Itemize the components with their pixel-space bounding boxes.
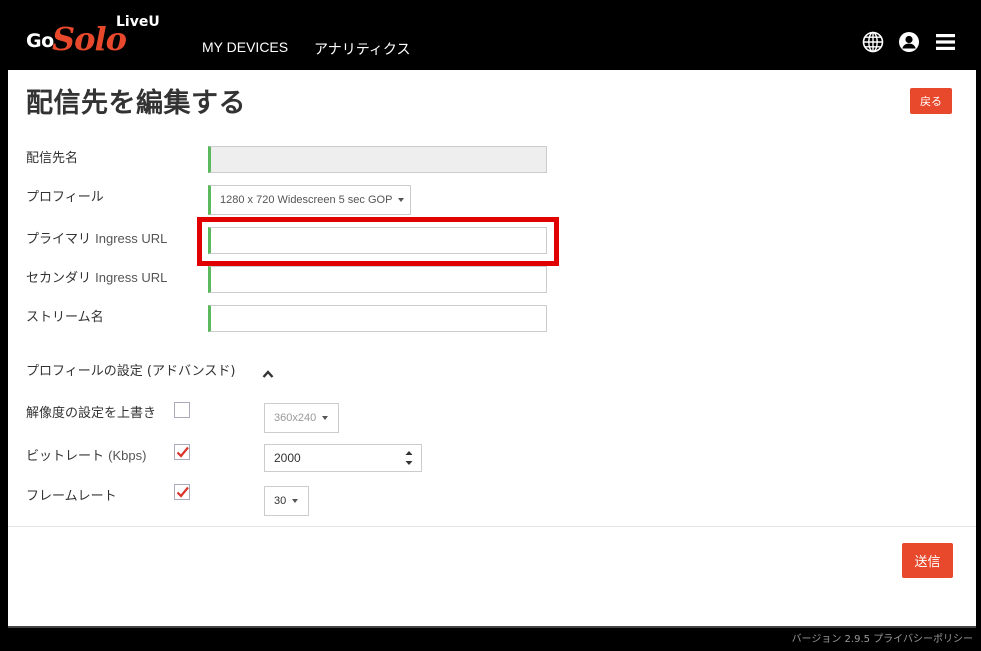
primary-url-label-jp: プライマリ <box>26 232 92 247</box>
framerate-label: フレームレート <box>26 489 117 504</box>
advanced-title-paren: (アドバンスド) <box>146 364 236 379</box>
caret-down-icon <box>292 499 299 503</box>
resolution-select-value: 360x240 <box>274 412 317 424</box>
submit-button[interactable]: 送信 <box>902 543 953 578</box>
bitrate-spinner[interactable]: 2000 <box>264 444 422 472</box>
secondary-url-label-jp: セカンダリ <box>26 271 92 286</box>
checkmark-icon <box>176 446 189 458</box>
profile-select-value: 1280 x 720 Widescreen 5 sec GOP <box>220 194 393 206</box>
destination-name-label: 配信先名 <box>26 151 79 166</box>
footer-divider <box>8 626 976 628</box>
globe-icon[interactable] <box>862 31 884 53</box>
bitrate-label-unit: (Kbps) <box>108 448 147 463</box>
resolution-override-checkbox[interactable] <box>174 402 190 418</box>
user-icon[interactable] <box>898 31 920 53</box>
advanced-settings-title[interactable]: プロフィールの設定 (アドバンスド) <box>26 360 235 379</box>
secondary-url-input[interactable] <box>211 267 546 292</box>
resolution-select[interactable]: 360x240 <box>264 403 339 433</box>
stream-name-field[interactable] <box>208 305 547 332</box>
bitrate-label: ビットレート (Kbps) <box>26 445 146 464</box>
bitrate-label-jp: ビットレート <box>26 449 105 464</box>
framerate-select-value: 30 <box>274 495 287 507</box>
logo-solo-text: Solo <box>52 20 127 58</box>
privacy-policy-link[interactable]: プライバシーポリシー <box>873 634 973 645</box>
framerate-checkbox[interactable] <box>174 484 190 500</box>
caret-down-icon <box>322 416 329 420</box>
back-button[interactable]: 戻る <box>910 88 952 114</box>
spinner-arrows-icon[interactable] <box>405 449 413 467</box>
secondary-url-label-en: Ingress URL <box>95 270 168 285</box>
chevron-up-icon[interactable] <box>262 364 274 378</box>
primary-url-highlight-box <box>197 217 559 266</box>
form-divider <box>8 526 976 527</box>
secondary-url-field[interactable] <box>208 266 547 293</box>
nav-analytics[interactable]: アナリティクス <box>314 39 410 59</box>
destination-name-field[interactable] <box>208 146 547 173</box>
framerate-select[interactable]: 30 <box>264 486 309 516</box>
nav-my-devices[interactable]: MY DEVICES <box>202 39 288 55</box>
version-text: バージョン 2.9.5 <box>791 634 870 645</box>
checkmark-icon <box>176 486 189 498</box>
stream-name-input[interactable] <box>211 306 546 331</box>
bitrate-value: 2000 <box>274 451 301 465</box>
destination-name-input[interactable] <box>211 147 546 172</box>
profile-label: プロフィール <box>26 190 104 205</box>
footer: バージョン 2.9.5 プライバシーポリシー <box>0 626 981 651</box>
primary-url-label-en: Ingress URL <box>95 231 168 246</box>
footer-info: バージョン 2.9.5 プライバシーポリシー <box>792 630 973 645</box>
profile-select[interactable]: 1280 x 720 Widescreen 5 sec GOP <box>208 185 411 215</box>
primary-url-label: プライマリ Ingress URL <box>26 228 167 247</box>
advanced-title-jp: プロフィールの設定 <box>26 364 143 379</box>
secondary-url-label: セカンダリ Ingress URL <box>26 267 167 286</box>
edit-destination-panel: 配信先を編集する 戻る 配信先名 プロフィール 1280 x 720 Wides… <box>8 70 976 626</box>
stream-name-label: ストリーム名 <box>26 310 104 325</box>
logo-liveu-text: LiveU <box>116 14 160 30</box>
page-title: 配信先を編集する <box>26 88 246 119</box>
resolution-override-label: 解像度の設定を上書き <box>26 406 157 421</box>
hamburger-menu-icon[interactable] <box>935 31 957 53</box>
top-navigation-bar: Go Solo LiveU MY DEVICES アナリティクス <box>0 0 981 70</box>
logo-go-text: Go <box>26 30 54 52</box>
bitrate-checkbox[interactable] <box>174 444 190 460</box>
gosolo-logo[interactable]: Go Solo LiveU <box>26 14 166 64</box>
caret-down-icon <box>398 198 405 202</box>
